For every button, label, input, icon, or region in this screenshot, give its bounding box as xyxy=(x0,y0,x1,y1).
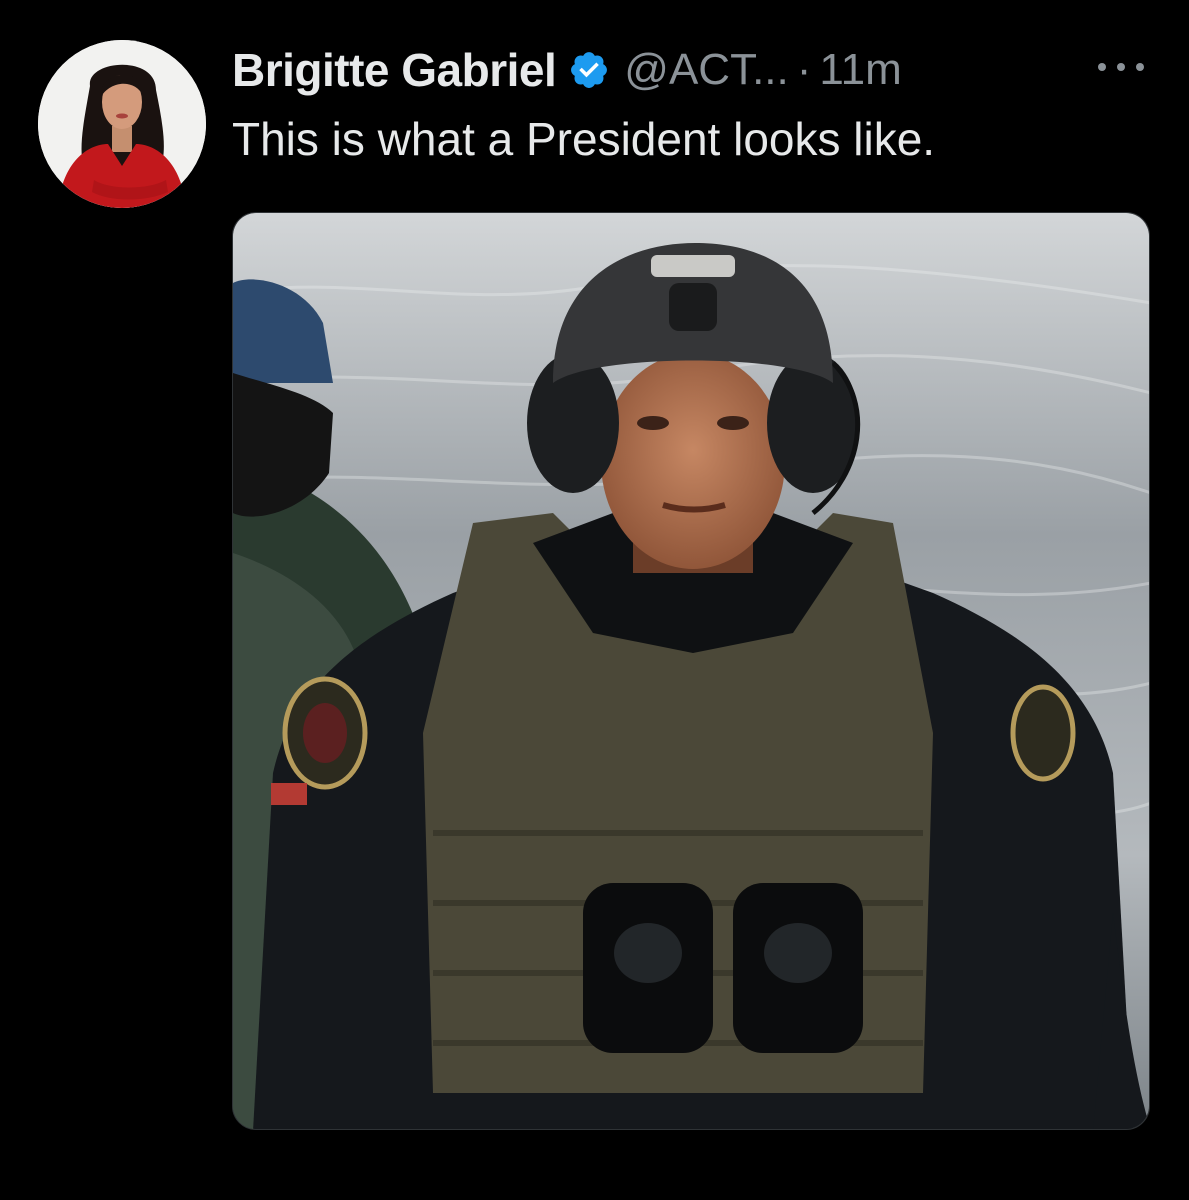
author-handle[interactable]: @ACT... xyxy=(624,45,788,95)
tweet-photo[interactable] xyxy=(232,212,1150,1130)
more-dot xyxy=(1098,63,1106,71)
verified-badge-icon[interactable] xyxy=(568,49,610,91)
more-dot xyxy=(1136,63,1144,71)
tweet-text: This is what a President looks like. xyxy=(232,113,936,165)
more-dot xyxy=(1117,63,1125,71)
author-display-name[interactable]: Brigitte Gabriel xyxy=(232,43,557,97)
more-options-icon[interactable] xyxy=(1098,52,1144,82)
author-avatar[interactable] xyxy=(38,40,206,208)
separator-dot: · xyxy=(796,45,812,94)
timestamp[interactable]: 11m xyxy=(819,45,901,95)
tweet-header: Brigitte Gabriel @ACT... · 11m xyxy=(232,38,902,102)
tweet[interactable]: Brigitte Gabriel @ACT... · 11m This is w… xyxy=(0,0,1189,1200)
